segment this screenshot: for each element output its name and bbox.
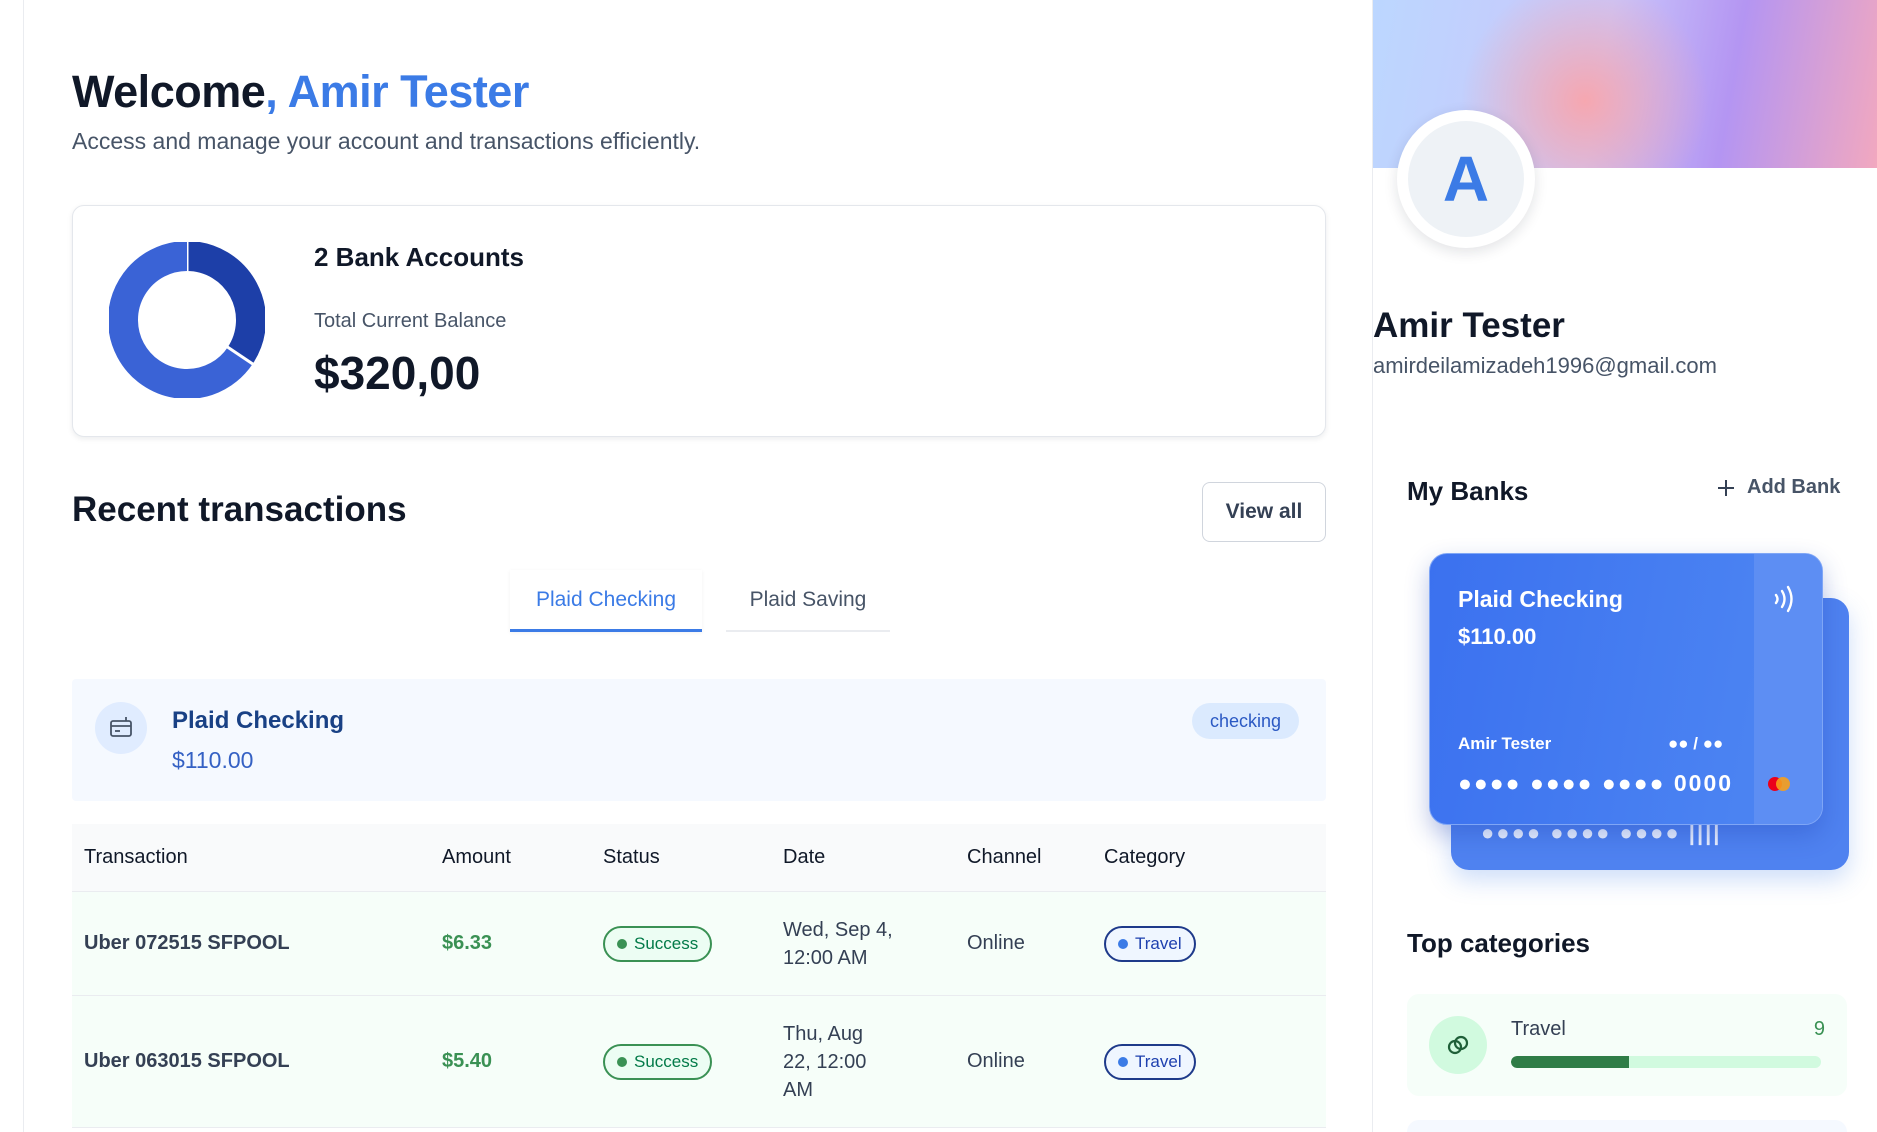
transaction-amount: $5.40 — [442, 1050, 493, 1072]
link-icon — [1429, 1016, 1487, 1074]
avatar[interactable]: A — [1397, 110, 1535, 248]
plus-icon — [1718, 479, 1734, 496]
category-progress-fill — [1511, 1056, 1629, 1068]
mastercard-icon — [1768, 777, 1790, 791]
column-header-transaction: Transaction — [84, 846, 188, 868]
card-expiry: ●● / ●● — [1668, 734, 1724, 753]
column-header-amount: Amount — [442, 846, 511, 868]
welcome-prefix: Welcome — [72, 66, 266, 117]
avatar-initial: A — [1408, 121, 1524, 237]
status-cell: Success — [591, 925, 771, 962]
column-header-date: Date — [783, 846, 826, 868]
status-badge: Success — [603, 1043, 713, 1080]
left-sidebar-edge — [0, 0, 24, 1132]
main-content: Welcome, Amir Tester Access and manage y… — [24, 0, 1372, 1132]
credit-card-icon — [95, 702, 147, 754]
account-balance: $110.00 — [172, 747, 254, 773]
category-count: 9 — [1813, 1018, 1825, 1040]
contactless-icon — [1774, 585, 1793, 613]
category-dot-icon — [1118, 938, 1128, 949]
transaction-date: Thu, Aug 22, 12:00 AM — [783, 1022, 867, 1101]
page-title: Welcome, Amir Tester — [72, 66, 529, 118]
page-subtitle: Access and manage your account and trans… — [72, 128, 701, 154]
recent-transactions-title: Recent transactions — [72, 490, 407, 529]
welcome-user-name: , Amir Tester — [265, 66, 529, 117]
column-header-category: Category — [1104, 846, 1186, 868]
total-balance-value: $320,00 — [314, 347, 481, 399]
balance-donut-chart — [109, 242, 265, 398]
category-item-travel[interactable]: Travel 9 — [1407, 994, 1847, 1096]
transaction-channel: Online — [967, 1050, 1025, 1072]
tab-plaid-checking[interactable]: Plaid Checking — [510, 570, 702, 632]
bank-accounts-count: 2 Bank Accounts — [314, 242, 524, 272]
column-header-status: Status — [603, 846, 660, 868]
status-dot-icon — [617, 1056, 627, 1067]
top-categories-title: Top categories — [1407, 928, 1591, 958]
category-progress-track — [1511, 1056, 1821, 1068]
view-all-button[interactable]: View all — [1202, 482, 1326, 542]
table-row[interactable]: Uber 072515 SFPOOL $6.33 Success Wed, Se… — [72, 892, 1326, 996]
account-type-badge: checking — [1192, 703, 1300, 739]
category-item-next[interactable] — [1407, 1120, 1847, 1132]
tab-plaid-saving[interactable]: Plaid Saving — [726, 570, 890, 632]
transaction-channel: Online — [967, 932, 1025, 954]
transaction-date: Wed, Sep 4, 12:00 AM — [783, 918, 893, 969]
transaction-name: Uber 072515 SFPOOL — [84, 932, 290, 954]
card-number: ●●●● ●●●● ●●●● 0000 — [1458, 770, 1734, 796]
category-text: Travel — [1135, 933, 1182, 953]
table-row[interactable]: Uber 063015 SFPOOL $5.40 Success Thu, Au… — [72, 996, 1326, 1128]
category-cell: Travel — [1092, 1043, 1326, 1080]
selected-account-banner: Plaid Checking $110.00 checking — [72, 679, 1326, 801]
page: Welcome, Amir Tester Access and manage y… — [0, 0, 1877, 1132]
table-header: Transaction Amount Status Date Channel C… — [72, 824, 1326, 892]
status-badge: Success — [603, 925, 713, 962]
category-name: Travel — [1511, 1018, 1566, 1040]
total-balance-card: 2 Bank Accounts Total Current Balance $3… — [72, 205, 1326, 437]
donut-slice — [186, 242, 265, 364]
status-dot-icon — [617, 938, 627, 949]
card-holder-name: Amir Tester — [1458, 734, 1552, 753]
add-bank-label: Add Bank — [1747, 476, 1841, 498]
transaction-name: Uber 063015 SFPOOL — [84, 1050, 290, 1072]
category-text: Travel — [1135, 1051, 1182, 1071]
total-balance-label: Total Current Balance — [314, 310, 507, 332]
profile-email: amirdeilamizadeh1996@gmail.com — [1373, 353, 1717, 378]
card-bank-name: Plaid Checking — [1458, 586, 1623, 612]
category-badge: Travel — [1104, 925, 1196, 962]
account-name: Plaid Checking — [172, 707, 345, 734]
category-dot-icon — [1118, 1056, 1128, 1067]
status-cell: Success — [591, 1043, 771, 1080]
column-header-channel: Channel — [967, 846, 1042, 868]
transaction-amount: $6.33 — [442, 932, 493, 954]
category-badge: Travel — [1104, 1043, 1196, 1080]
card-balance: $110.00 — [1458, 624, 1537, 649]
bank-card[interactable]: Plaid Checking $110.00 Amir Tester ●● / … — [1429, 553, 1823, 825]
status-text: Success — [634, 933, 699, 953]
my-banks-title: My Banks — [1407, 476, 1529, 506]
account-tabs: Plaid Checking Plaid Saving — [486, 570, 916, 642]
profile-name: Amir Tester — [1373, 306, 1565, 345]
add-bank-button[interactable]: Add Bank — [1715, 476, 1840, 499]
transactions-table: Transaction Amount Status Date Channel C… — [72, 824, 1326, 1128]
status-text: Success — [634, 1051, 699, 1071]
right-sidebar: A Amir Tester amirdeilamizadeh1996@gmail… — [1372, 0, 1877, 1132]
category-cell: Travel — [1092, 925, 1326, 962]
